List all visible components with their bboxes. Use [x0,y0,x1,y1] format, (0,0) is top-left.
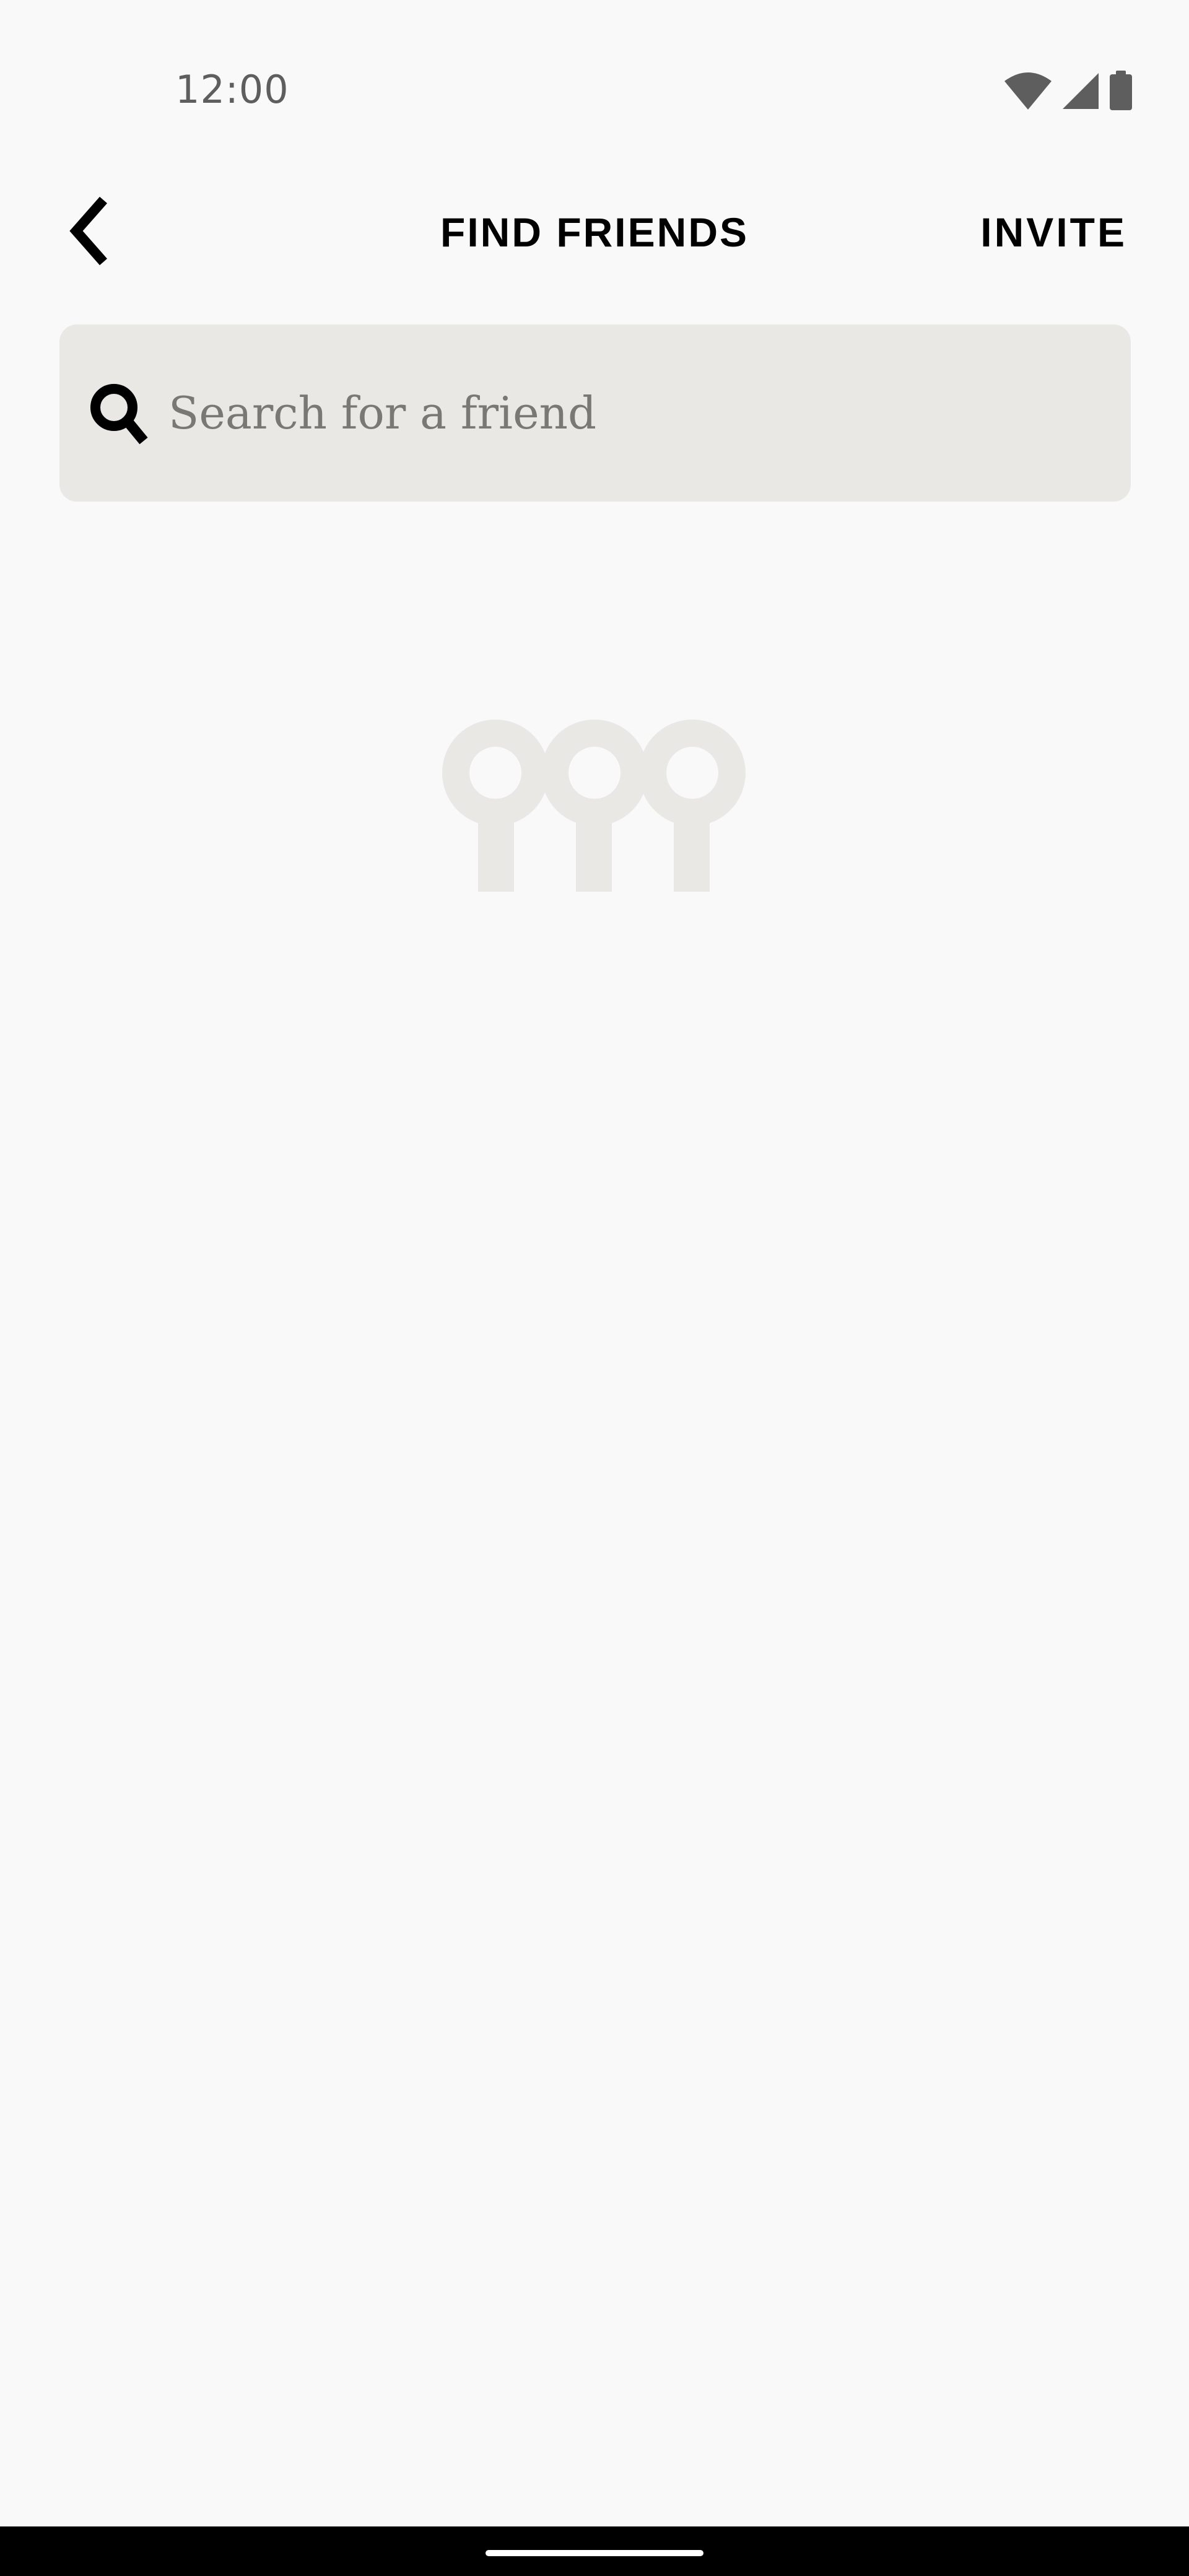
invite-button[interactable]: INVITE [980,204,1127,260]
battery-icon [1108,71,1133,111]
app-bar: FIND FRIENDS INVITE [0,186,1189,279]
search-input[interactable] [168,368,1097,458]
search-icon [85,379,154,447]
cellular-signal-icon [1061,72,1100,110]
friends-group-icon [441,718,748,892]
home-indicator[interactable] [486,2550,703,2556]
wifi-icon [1003,71,1053,111]
search-bar[interactable] [59,324,1131,502]
status-icons [1003,69,1133,113]
status-time: 12:00 [175,67,289,112]
status-bar: 12:00 [0,0,1189,142]
